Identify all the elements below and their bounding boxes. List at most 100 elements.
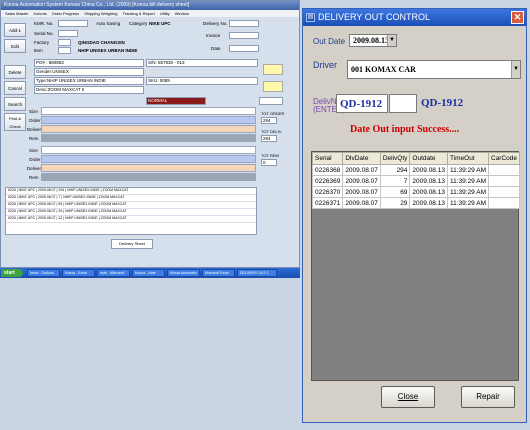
menu-item[interactable]: Sales Master (5, 11, 28, 16)
background-list: 0226 | NIKE UPC | 2009.08.07 | 294 | NHI… (5, 187, 257, 235)
desc-field: Desc:ZOOM MAXCAT II (34, 86, 144, 94)
menu-item[interactable]: Utility (160, 11, 170, 16)
edit-button[interactable]: Edit (4, 39, 26, 53)
kmr-field[interactable] (58, 20, 88, 27)
date-field[interactable] (229, 45, 259, 52)
size-row-label: Size (29, 109, 38, 114)
serial-label: Serial No. (34, 31, 54, 36)
list-item[interactable]: 0226 | NIKE UPC | 2009.08.07 | 294 | NHI… (6, 188, 256, 195)
delivery-out-dialog: ▤ DELIVERY OUT CONTROL ✕ Out Date 2009.0… (302, 8, 527, 423)
cancel-button[interactable]: Cancel (4, 81, 26, 95)
menu-item[interactable]: Tracking & Report (123, 11, 155, 16)
delivery-row (41, 125, 256, 133)
close-icon[interactable]: ✕ (511, 11, 524, 24)
taskbar-item[interactable]: Microsoft Excel (202, 269, 235, 277)
delete-button[interactable]: Delete (4, 65, 26, 79)
sn-field: S/N: 557830 - 013 (146, 59, 258, 67)
sheet-tab[interactable]: Delivery Sheet (111, 239, 153, 249)
chevron-down-icon[interactable]: ▼ (387, 35, 396, 46)
dialog-title: DELIVERY OUT CONTROL (318, 12, 431, 22)
taskbar-item[interactable]: Konoa - Excel (62, 269, 95, 277)
table-cell: 2009.08.13 (409, 186, 448, 198)
table-cell: 11:39:29 AM (446, 186, 490, 198)
delivery-no-field[interactable] (229, 20, 259, 27)
delivery-no-label: Delivery No. (203, 21, 228, 26)
taskbar: start Inbox - Outlook Konoa - Excel note… (0, 268, 300, 278)
add-button[interactable]: Add-1 (4, 23, 26, 37)
tot-rem-label: TOT REM (261, 153, 279, 158)
out-date-picker[interactable]: 2009.08.13 ▼ (349, 34, 397, 47)
list-item[interactable]: 0226 | NIKE UPC | 2009.08.07 | 69 | NHIP… (6, 202, 256, 209)
taskbar-item[interactable]: note - Microsoft (97, 269, 130, 277)
taskbar-item[interactable]: DELIVERY OUT C (237, 269, 277, 277)
table-row[interactable]: 0226369 2009.08.07 7 2009.08.13 11:39:29… (311, 175, 521, 187)
column-header[interactable]: TimeOut (446, 152, 490, 165)
rem-row-label: Rem (29, 175, 39, 180)
table-row[interactable]: 0226371 2009.08.07 29 2009.08.13 11:39:2… (311, 197, 521, 209)
invoice-field[interactable] (229, 32, 259, 39)
tot-order-label: TOT ORDER (261, 111, 285, 116)
delivno-input-extension[interactable] (389, 94, 417, 113)
item-code-field[interactable] (58, 47, 71, 54)
table-row[interactable]: 0226368 2009.08.07 294 2009.08.13 11:39:… (311, 164, 521, 176)
table-cell: 2009.08.07 (342, 197, 381, 209)
table-cell: 7 (379, 175, 411, 187)
order-row (41, 116, 256, 124)
highlight-box (263, 81, 283, 92)
menu-item[interactable]: Shipping Weighing (84, 11, 117, 16)
table-cell: 2009.08.13 (409, 175, 448, 187)
invoice-label: Invoice (206, 33, 221, 38)
tot-order-value: 294 (261, 117, 277, 124)
order-row (41, 155, 256, 163)
item-label: Item (34, 48, 43, 53)
taskbar-item[interactable]: Konoa - Note (132, 269, 165, 277)
column-header[interactable]: DlvDate (342, 152, 381, 165)
table-cell: 2009.08.07 (342, 186, 381, 198)
table-cell: 294 (379, 164, 411, 176)
driver-label: Driver (313, 60, 337, 70)
tot-deliv-label: TOT DELIV (261, 129, 282, 134)
list-item[interactable]: 0226 | NIKE UPC | 2009.08.07 | 7 | NHIP … (6, 195, 256, 202)
close-button[interactable]: Close (381, 386, 435, 408)
size-select[interactable] (259, 97, 283, 105)
menu-item[interactable]: Order Progress (52, 11, 79, 16)
taskbar-item[interactable]: Konoa Automatio (167, 269, 200, 277)
search-button[interactable]: Search (4, 97, 26, 111)
dialog-titlebar: ▤ DELIVERY OUT CONTROL ✕ (303, 9, 526, 26)
list-item[interactable]: 0226 | NIKE UPC | 2009.08.07 | 29 | NHIP… (6, 209, 256, 216)
column-header[interactable]: DelivQty (379, 152, 411, 165)
factory-code-field[interactable] (58, 39, 71, 46)
order-row-label: Order (29, 118, 41, 123)
chevron-down-icon[interactable]: ▼ (511, 61, 520, 78)
table-row[interactable]: 0226370 2009.08.07 69 2009.08.13 11:39:2… (311, 186, 521, 198)
size-row-label: Size (29, 148, 38, 153)
status-normal-field: NORMAL (146, 97, 206, 105)
table-cell: 69 (379, 186, 411, 198)
item-value: NHIP UNISEX URBAN INDIE (78, 48, 138, 53)
print-check-button[interactable]: Print & Check (4, 113, 26, 131)
table-cell: 0226370 (311, 186, 344, 198)
menu-item[interactable]: Kolonis (33, 11, 46, 16)
highlight-box (263, 64, 283, 75)
column-header[interactable]: CarCode (487, 152, 521, 165)
close-button-label: Close (397, 392, 419, 401)
table-cell: 2009.08.13 (409, 164, 448, 176)
date-label: Date (211, 46, 221, 51)
serial-field[interactable] (58, 30, 78, 37)
background-app-window: Konoa Automation System Koreas China Co.… (0, 0, 300, 268)
table-cell (487, 164, 521, 176)
delivno-display: QD-1912 (421, 97, 464, 109)
start-button[interactable]: start (1, 269, 23, 277)
driver-select[interactable]: 001 KOMAX CAR ▼ (347, 60, 521, 79)
taskbar-item[interactable]: Inbox - Outlook (27, 269, 60, 277)
menu-item[interactable]: Window (175, 11, 189, 16)
column-header[interactable]: Serial (311, 152, 344, 165)
auto-saving-label: Auto Saving (96, 21, 121, 26)
column-header[interactable]: Outdate (409, 152, 448, 165)
repair-button[interactable]: Repair (461, 386, 515, 408)
list-item[interactable]: 0226 | NIKE UPC | 2009.08.07 | 12 | NHIP… (6, 216, 256, 223)
sku-field: SKU: 0089 (146, 77, 258, 85)
delivno-input[interactable]: QD-1912 (336, 94, 388, 113)
table-cell: 2009.08.07 (342, 175, 381, 187)
table-cell (487, 175, 521, 187)
